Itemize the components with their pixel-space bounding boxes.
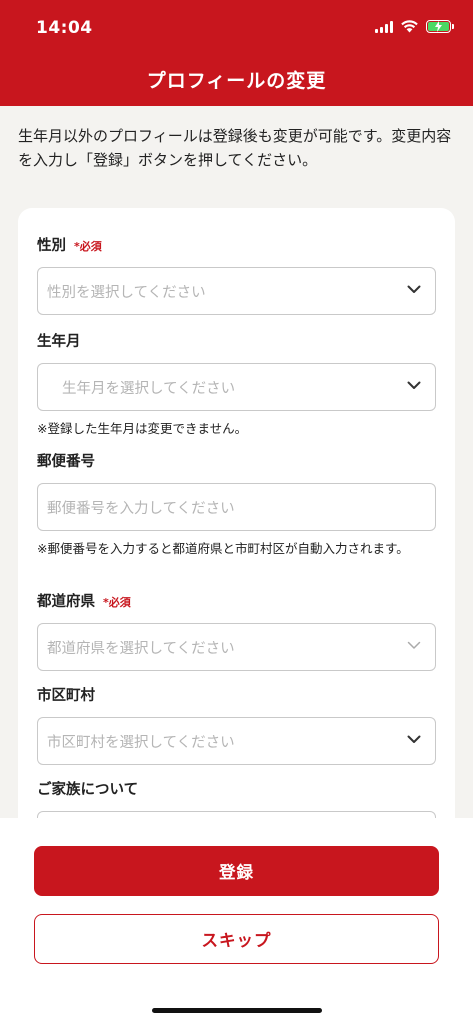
- city-select[interactable]: 市区町村を選択してください: [37, 717, 436, 765]
- postal-label: 郵便番号: [37, 454, 95, 470]
- register-button[interactable]: 登録: [34, 846, 439, 896]
- battery-icon: [426, 20, 454, 33]
- city-placeholder: 市区町村を選択してください: [47, 734, 235, 751]
- postal-input[interactable]: 郵便番号を入力してください: [37, 483, 436, 531]
- gender-label: 性別: [37, 238, 66, 254]
- chevron-down-icon: [407, 735, 421, 743]
- birth-field: 生年月 生年月を選択してください ※登録した生年月は変更できません。: [37, 330, 436, 439]
- gender-field: 性別 *必須 性別を選択してください: [37, 234, 436, 315]
- family-label: ご家族について: [37, 782, 139, 798]
- birth-note: ※登録した生年月は変更できません。: [37, 421, 248, 436]
- prefecture-field: 都道府県 *必須 都道府県を選択してください: [37, 590, 436, 671]
- postal-note: ※郵便番号を入力すると都道府県と市町村区が自動入力されます。: [37, 541, 409, 556]
- chevron-down-icon: [407, 285, 421, 293]
- chevron-down-icon: [407, 641, 421, 649]
- app-header: 14:04 プロフィールの変更: [0, 0, 473, 106]
- gender-placeholder: 性別を選択してください: [47, 284, 206, 301]
- birth-label: 生年月: [37, 334, 81, 350]
- prefecture-label: 都道府県: [37, 594, 95, 610]
- postal-field: 郵便番号 郵便番号を入力してください ※郵便番号を入力すると都道府県と市町村区が…: [37, 450, 436, 559]
- skip-button[interactable]: スキップ: [34, 914, 439, 964]
- chevron-down-icon: [407, 381, 421, 389]
- required-badge: *必須: [74, 240, 102, 253]
- intro-text: 生年月以外のプロフィールは登録後も変更が可能です。変更内容を入力し「登録」ボタン…: [18, 127, 452, 169]
- birth-placeholder: 生年月を選択してください: [62, 380, 236, 397]
- action-panel: 登録 スキップ: [0, 818, 473, 1024]
- status-icons: [375, 20, 454, 33]
- city-label: 市区町村: [37, 688, 95, 704]
- home-indicator: [152, 1008, 322, 1013]
- required-badge: *必須: [103, 596, 131, 609]
- birth-select[interactable]: 生年月を選択してください: [37, 363, 436, 411]
- prefecture-placeholder: 都道府県を選択してください: [47, 640, 235, 657]
- wifi-icon: [401, 20, 418, 33]
- gender-select[interactable]: 性別を選択してください: [37, 267, 436, 315]
- postal-placeholder: 郵便番号を入力してください: [47, 500, 235, 517]
- city-field: 市区町村 市区町村を選択してください: [37, 684, 436, 765]
- signal-icon: [375, 20, 393, 33]
- status-time: 14:04: [36, 18, 93, 38]
- prefecture-select[interactable]: 都道府県を選択してください: [37, 623, 436, 671]
- page-title: プロフィールの変更: [146, 70, 327, 92]
- profile-form-card: 性別 *必須 性別を選択してください 生年月 生年月を選択してください ※登録し…: [18, 208, 455, 908]
